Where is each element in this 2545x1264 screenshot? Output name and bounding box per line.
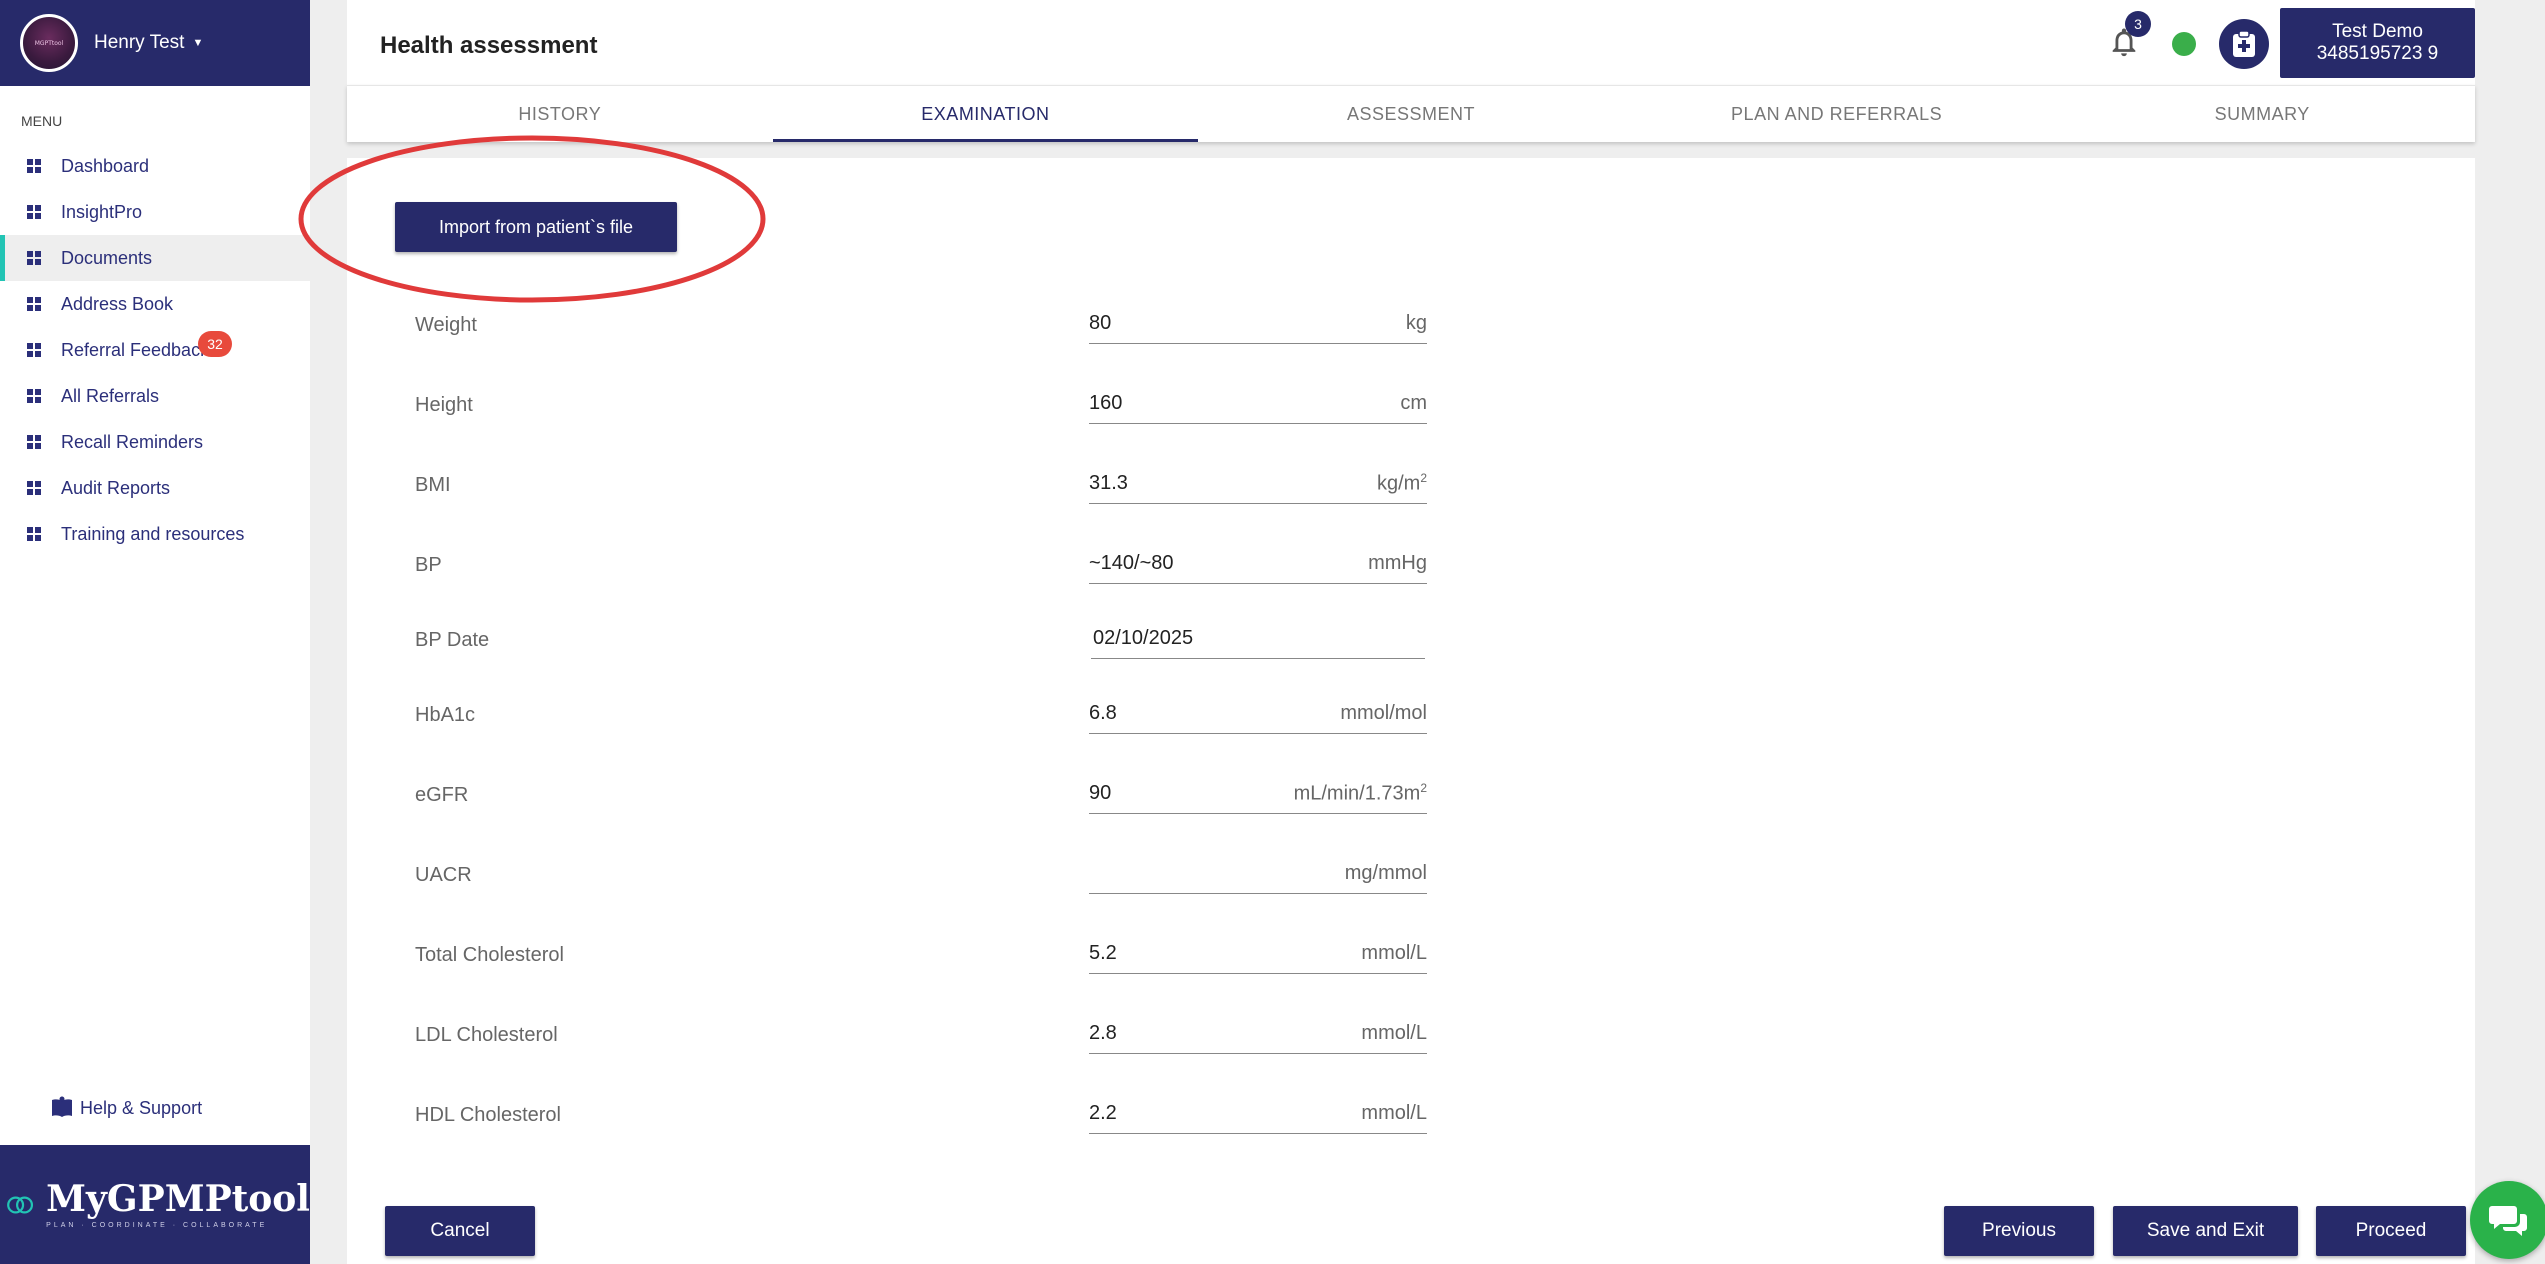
egfr-input[interactable]: 90 mL/min/1.73m2 [1089,774,1427,814]
uacr-label: UACR [415,864,472,886]
dashboard-icon [27,481,41,495]
sidebar-item-dashboard[interactable]: Dashboard [0,143,310,189]
height-input[interactable]: 160 cm [1089,384,1427,424]
height-unit: cm [1400,392,1427,414]
bp-unit: mmHg [1368,552,1427,574]
previous-button[interactable]: Previous [1944,1206,2094,1256]
help-support-link[interactable]: Help & Support [50,1096,202,1120]
hba1c-row: HbA1c 6.8 mmol/mol [415,694,1427,742]
egfr-row: eGFR 90 mL/min/1.73m2 [415,774,1427,822]
save-and-exit-button[interactable]: Save and Exit [2113,1206,2298,1256]
tab-summary[interactable]: SUMMARY [2049,86,2475,142]
ldl-cholesterol-label: LDL Cholesterol [415,1024,558,1046]
hdl-cholesterol-row: HDL Cholesterol 2.2 mmol/L [415,1094,1427,1142]
tab-history[interactable]: HISTORY [347,86,773,142]
sidebar: MGPTtool Henry Test ▼ MENU Dashboard Ins… [0,0,310,1264]
book-icon [52,1096,72,1117]
hba1c-unit: mmol/mol [1340,702,1427,724]
sidebar-item-recall-reminders[interactable]: Recall Reminders [0,419,310,465]
cancel-button[interactable]: Cancel [385,1206,535,1256]
sidebar-item-insightpro[interactable]: InsightPro [0,189,310,235]
dashboard-icon [27,389,41,403]
bp-date-label: BP Date [415,629,490,651]
ldl-cholesterol-unit: mmol/L [1361,1022,1427,1044]
sidebar-item-all-referrals[interactable]: All Referrals [0,373,310,419]
patient-name: Test Demo [2332,21,2423,42]
uacr-unit: mg/mmol [1344,862,1427,884]
tab-plan-and-referrals[interactable]: PLAN AND REFERRALS [1624,86,2050,142]
menu-label: MENU [21,113,63,129]
total-cholesterol-input[interactable]: 5.2 mmol/L [1089,934,1427,974]
user-name[interactable]: Henry Test ▼ [94,32,203,54]
total-cholesterol-row: Total Cholesterol 5.2 mmol/L [415,934,1427,982]
patient-id: 3485195723 9 [2316,43,2439,64]
height-label: Height [415,394,473,416]
tab-assessment[interactable]: ASSESSMENT [1198,86,1624,142]
bp-input[interactable]: ~140/~80 mmHg [1089,544,1427,584]
brand-tagline: PLAN · COORDINATE · COLLABORATE [46,1222,268,1229]
sidebar-item-address-book[interactable]: Address Book [0,281,310,327]
sidebar-item-referral-feedback[interactable]: Referral Feedback 32 [0,327,310,373]
chat-bubbles-icon [2489,1206,2527,1236]
bmi-row: BMI 31.3 kg/m2 [415,464,1427,512]
brand-logo: MyGPMPtool PLAN · COORDINATE · COLLABORA… [0,1145,310,1264]
hdl-cholesterol-input[interactable]: 2.2 mmol/L [1089,1094,1427,1134]
hdl-cholesterol-unit: mmol/L [1361,1102,1427,1124]
patient-info-button[interactable]: Test Demo 3485195723 9 [2280,8,2475,78]
hdl-cholesterol-label: HDL Cholesterol [415,1104,561,1126]
examination-form: Import from patient`s file Weight 80 kg … [298,135,2475,1264]
uacr-input[interactable]: mg/mmol [1089,854,1427,894]
import-from-patient-file-button[interactable]: Import from patient`s file [395,202,677,252]
dashboard-icon [27,527,41,541]
total-cholesterol-unit: mmol/L [1361,942,1427,964]
weight-row: Weight 80 kg [415,304,1427,352]
dashboard-icon [27,159,41,173]
hba1c-input[interactable]: 6.8 mmol/mol [1089,694,1427,734]
chat-button[interactable] [2470,1181,2545,1259]
bp-row: BP ~140/~80 mmHg [415,544,1427,592]
bmi-label: BMI [415,474,451,496]
weight-input[interactable]: 80 kg [1089,304,1427,344]
bp-date-row: BP Date 02/10/2025 [415,619,1425,667]
status-indicator [2172,32,2196,56]
sidebar-item-documents[interactable]: Documents [0,235,310,281]
tab-examination[interactable]: EXAMINATION [772,86,1199,142]
page-title: Health assessment [380,32,598,59]
bp-label: BP [415,554,442,576]
uacr-row: UACR mg/mmol [415,854,1427,902]
dashboard-icon [27,297,41,311]
bp-date-input[interactable]: 02/10/2025 [1091,619,1425,659]
weight-label: Weight [415,314,477,336]
ldl-cholesterol-input[interactable]: 2.8 mmol/L [1089,1014,1427,1054]
notification-count-badge: 3 [2125,11,2151,37]
medical-clipboard-icon [2233,30,2255,57]
user-menu[interactable]: MGPTtool Henry Test ▼ [0,0,310,86]
dashboard-icon [27,251,41,265]
brand-name: MyGPMPtool [46,1178,310,1220]
sidebar-item-training[interactable]: Training and resources [0,511,310,557]
rings-logo-icon [7,1195,34,1214]
total-cholesterol-label: Total Cholesterol [415,944,564,966]
dashboard-icon [27,343,41,357]
egfr-label: eGFR [415,784,469,806]
top-bar: Health assessment 3 Test Demo 3485195723… [347,0,2475,85]
assessment-tabs: HISTORY EXAMINATION ASSESSMENT PLAN AND … [347,85,2475,142]
referral-feedback-badge: 32 [198,331,232,357]
egfr-unit: mL/min/1.73m2 [1293,781,1427,805]
bmi-input[interactable]: 31.3 kg/m2 [1089,464,1427,504]
dashboard-icon [27,435,41,449]
avatar: MGPTtool [20,14,78,72]
height-row: Height 160 cm [415,384,1427,432]
sidebar-item-audit-reports[interactable]: Audit Reports [0,465,310,511]
hba1c-label: HbA1c [415,704,476,726]
proceed-button[interactable]: Proceed [2316,1206,2466,1256]
caret-down-icon: ▼ [192,37,204,49]
sidebar-menu: Dashboard InsightPro Documents Address B… [0,143,310,557]
bmi-unit: kg/m2 [1376,471,1427,495]
ldl-cholesterol-row: LDL Cholesterol 2.8 mmol/L [415,1014,1427,1062]
weight-unit: kg [1405,312,1427,334]
patient-record-button[interactable] [2219,19,2269,69]
dashboard-icon [27,205,41,219]
